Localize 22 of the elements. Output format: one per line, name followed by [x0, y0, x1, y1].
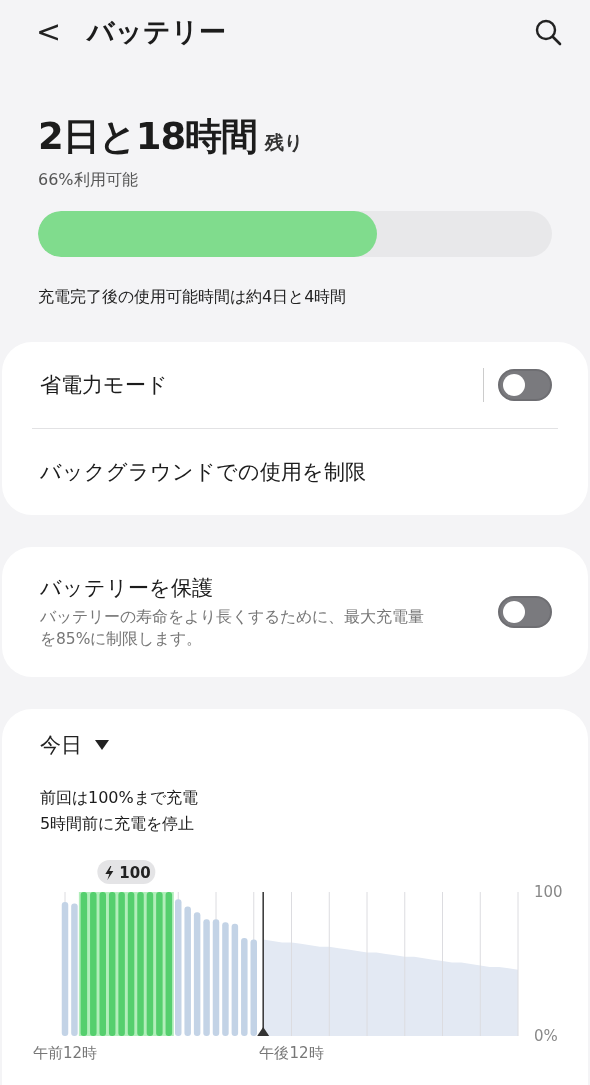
back-button[interactable]: < — [36, 17, 62, 47]
toggle-switch[interactable] — [498, 596, 552, 628]
charge-note: 5時間前に充電を停止 — [40, 812, 196, 835]
dropdown-icon — [94, 739, 110, 751]
charge-note: 前回は100%まで充電 — [40, 787, 199, 809]
setting-label: 省電力モード — [40, 372, 169, 399]
x-axis-label: 午後12時 — [259, 1044, 324, 1063]
period-dropdown[interactable]: 今日 — [40, 731, 110, 759]
full-charge-time: 充電完了後の使用可能時間は約4日と4時間 — [38, 287, 348, 308]
setting-description: バッテリーの寿命をより長くするために、最大充電量を85%に制限します。 — [40, 606, 425, 650]
setting-link[interactable]: バックグラウンドでの使用を制限 — [40, 458, 366, 486]
toggle-switch[interactable] — [498, 369, 552, 401]
charge-badge: 100 — [97, 860, 156, 885]
page-title: バッテリー — [87, 15, 228, 49]
search-icon[interactable] — [534, 18, 562, 46]
y-axis-label: 0% — [534, 1027, 558, 1046]
y-axis-label: 100 — [534, 883, 563, 902]
setting-label: バッテリーを保護 — [40, 574, 214, 602]
remaining-suffix: 残り — [265, 130, 304, 155]
available-percent: 66%利用可能 — [38, 170, 139, 191]
remaining-time: 2日と18時間 — [38, 114, 258, 160]
x-axis-label: 午前12時 — [32, 1044, 98, 1063]
